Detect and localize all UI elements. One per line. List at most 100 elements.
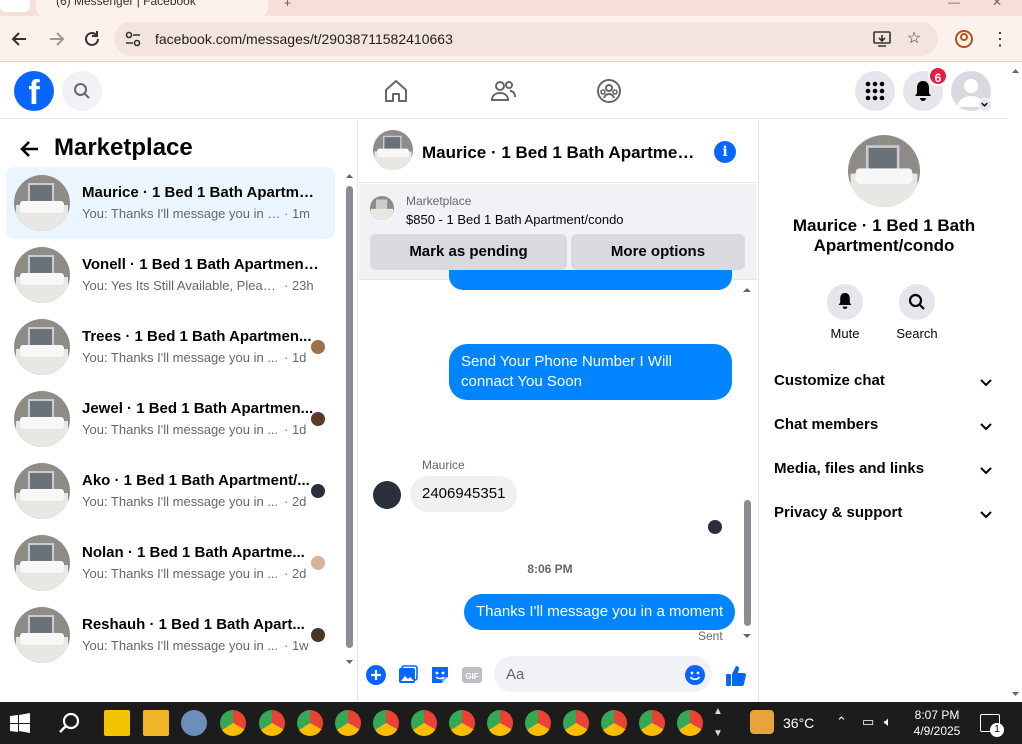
chrome-icon[interactable]	[411, 710, 437, 736]
back-arrow-icon[interactable]	[9, 28, 31, 50]
minimize-icon[interactable]: —	[948, 0, 960, 9]
account-avatar[interactable]	[951, 71, 992, 112]
sender-avatar[interactable]	[373, 481, 401, 509]
scrollbar-thumb[interactable]	[744, 500, 751, 626]
chrome-icon[interactable]	[563, 710, 589, 736]
chat-listing-avatar[interactable]	[373, 130, 413, 170]
message-bubble-outgoing[interactable]: Thanks I'll message you in a moment	[464, 594, 736, 630]
facebook-logo[interactable]: f	[14, 71, 54, 112]
volume-icon[interactable]: 🔈︎	[884, 714, 892, 730]
page-scrollbar[interactable]	[1008, 63, 1022, 702]
taskbar-scroll-up-icon[interactable]: ▲	[713, 706, 723, 717]
emoji-icon[interactable]	[684, 664, 706, 686]
chrome-icon[interactable]	[220, 710, 246, 736]
chrome-icon[interactable]	[259, 710, 285, 736]
site-info-icon[interactable]	[124, 30, 142, 48]
chrome-icon[interactable]	[487, 710, 513, 736]
message-bubble-outgoing[interactable]: Send Your Phone Number I Will connact Yo…	[449, 344, 732, 400]
listing-thumbnail	[14, 247, 70, 303]
message-input[interactable]	[494, 656, 712, 692]
conversation-preview: You: Thanks I'll message you in ...	[82, 422, 279, 437]
home-icon[interactable]	[382, 77, 410, 105]
listing-thumbnail[interactable]	[370, 196, 394, 220]
bookmark-star-icon[interactable]: ☆	[904, 29, 924, 49]
sticky-notes-icon[interactable]	[104, 710, 130, 736]
chrome-icon[interactable]	[639, 710, 665, 736]
conversation-item[interactable]: Nolan · 1 Bed 1 Bath Apartme... You: Tha…	[6, 527, 335, 599]
customize-chat-section[interactable]: Customize chat	[774, 372, 994, 396]
mute-button[interactable]: Mute	[815, 284, 875, 341]
more-options-button[interactable]: More options	[571, 234, 745, 270]
clock-date: 4/9/2025	[913, 724, 961, 738]
chrome-icon[interactable]	[335, 710, 361, 736]
scroll-down-icon[interactable]	[345, 658, 354, 666]
address-bar[interactable]: facebook.com/messages/t/2903871158241066…	[114, 22, 938, 56]
url-text[interactable]: facebook.com/messages/t/2903871158241066…	[155, 31, 453, 47]
conversation-preview: You: Thanks I'll message you in ...	[82, 566, 279, 581]
search-label: Search	[896, 326, 938, 341]
thumbs-up-icon[interactable]	[724, 664, 746, 686]
scrollbar-thumb[interactable]	[346, 186, 353, 648]
tray-chevron-up-icon[interactable]: ⌃	[836, 714, 847, 730]
scroll-up-icon[interactable]	[1011, 67, 1020, 75]
search-in-conversation-button[interactable]: Search	[887, 284, 947, 341]
taskbar-scroll-down-icon[interactable]: ▼	[713, 728, 723, 739]
media-files-links-section[interactable]: Media, files and links	[774, 460, 994, 484]
chrome-icon[interactable]	[297, 710, 323, 736]
listing-description[interactable]: $850 - 1 Bed 1 Bath Apartment/condo	[406, 212, 624, 227]
browser-tab-active[interactable]: (6) Messenger | Facebook	[36, 0, 268, 16]
search-icon[interactable]	[57, 710, 83, 736]
conversation-list: Maurice · 1 Bed 1 Bath Apartmen... You: …	[6, 167, 336, 671]
privacy-support-section[interactable]: Privacy & support	[774, 504, 994, 528]
taskbar-clock[interactable]: 8:07 PM 4/9/2025	[906, 707, 968, 739]
pinned-tab[interactable]	[0, 0, 30, 12]
forward-arrow-icon[interactable]	[45, 28, 67, 50]
conversation-item[interactable]: Ako · 1 Bed 1 Bath Apartment/... You: Th…	[6, 455, 335, 527]
chrome-icon[interactable]	[525, 710, 551, 736]
conversation-item[interactable]: Maurice · 1 Bed 1 Bath Apartmen... You: …	[6, 167, 335, 239]
search-button[interactable]	[62, 71, 102, 111]
weather-icon[interactable]	[750, 710, 774, 734]
friends-icon[interactable]	[489, 77, 517, 105]
chat-title[interactable]: Maurice · 1 Bed 1 Bath Apartment/condo	[422, 143, 697, 163]
chat-header: Maurice · 1 Bed 1 Bath Apartment/condo i	[359, 120, 757, 183]
chat-members-section[interactable]: Chat members	[774, 416, 994, 440]
conversation-item[interactable]: Trees · 1 Bed 1 Bath Apartmen... You: Th…	[6, 311, 335, 383]
menu-button[interactable]	[855, 71, 895, 111]
profile-icon[interactable]	[953, 28, 975, 50]
plus-icon[interactable]	[365, 664, 387, 686]
scroll-up-icon[interactable]	[742, 286, 752, 294]
chat-scrollbar[interactable]	[740, 284, 754, 642]
chrome-icon[interactable]	[373, 710, 399, 736]
action-center-badge: 1	[990, 723, 1004, 737]
install-app-icon[interactable]	[872, 29, 892, 49]
message-bubble-incoming[interactable]: 2406945351	[410, 476, 518, 512]
back-arrow-icon[interactable]	[18, 137, 42, 161]
weather-temperature[interactable]: 36°C	[783, 715, 814, 731]
chrome-icon[interactable]	[449, 710, 475, 736]
conversation-item[interactable]: Vonell · 1 Bed 1 Bath Apartment/... You:…	[6, 239, 335, 311]
paint-icon[interactable]	[181, 710, 207, 736]
file-explorer-icon[interactable]	[143, 710, 169, 736]
listing-avatar-large[interactable]	[848, 135, 920, 207]
new-tab-icon[interactable]: +	[284, 0, 291, 10]
info-icon[interactable]: i	[714, 141, 736, 163]
chrome-icon[interactable]	[677, 710, 703, 736]
conversation-list-scrollbar[interactable]	[345, 172, 354, 664]
scroll-up-icon[interactable]	[345, 172, 354, 180]
photo-icon[interactable]	[397, 664, 419, 686]
gif-icon[interactable]: GIF	[461, 664, 483, 686]
chrome-icon[interactable]	[601, 710, 627, 736]
conversation-item[interactable]: Jewel · 1 Bed 1 Bath Apartmen... You: Th…	[6, 383, 335, 455]
windows-start-icon[interactable]	[10, 713, 30, 733]
network-icon[interactable]: ▭	[862, 714, 874, 730]
close-window-icon[interactable]: ✕	[992, 0, 1002, 9]
sticker-icon[interactable]	[429, 664, 451, 686]
mark-as-pending-button[interactable]: Mark as pending	[370, 234, 567, 270]
conversation-item[interactable]: Reshauh · 1 Bed 1 Bath Apart... You: Tha…	[6, 599, 335, 671]
reload-icon[interactable]	[81, 28, 103, 50]
scroll-down-icon[interactable]	[742, 632, 752, 640]
scroll-down-icon[interactable]	[1011, 690, 1020, 698]
groups-icon[interactable]	[595, 77, 623, 105]
browser-menu-icon[interactable]: ⋮	[989, 28, 1011, 50]
